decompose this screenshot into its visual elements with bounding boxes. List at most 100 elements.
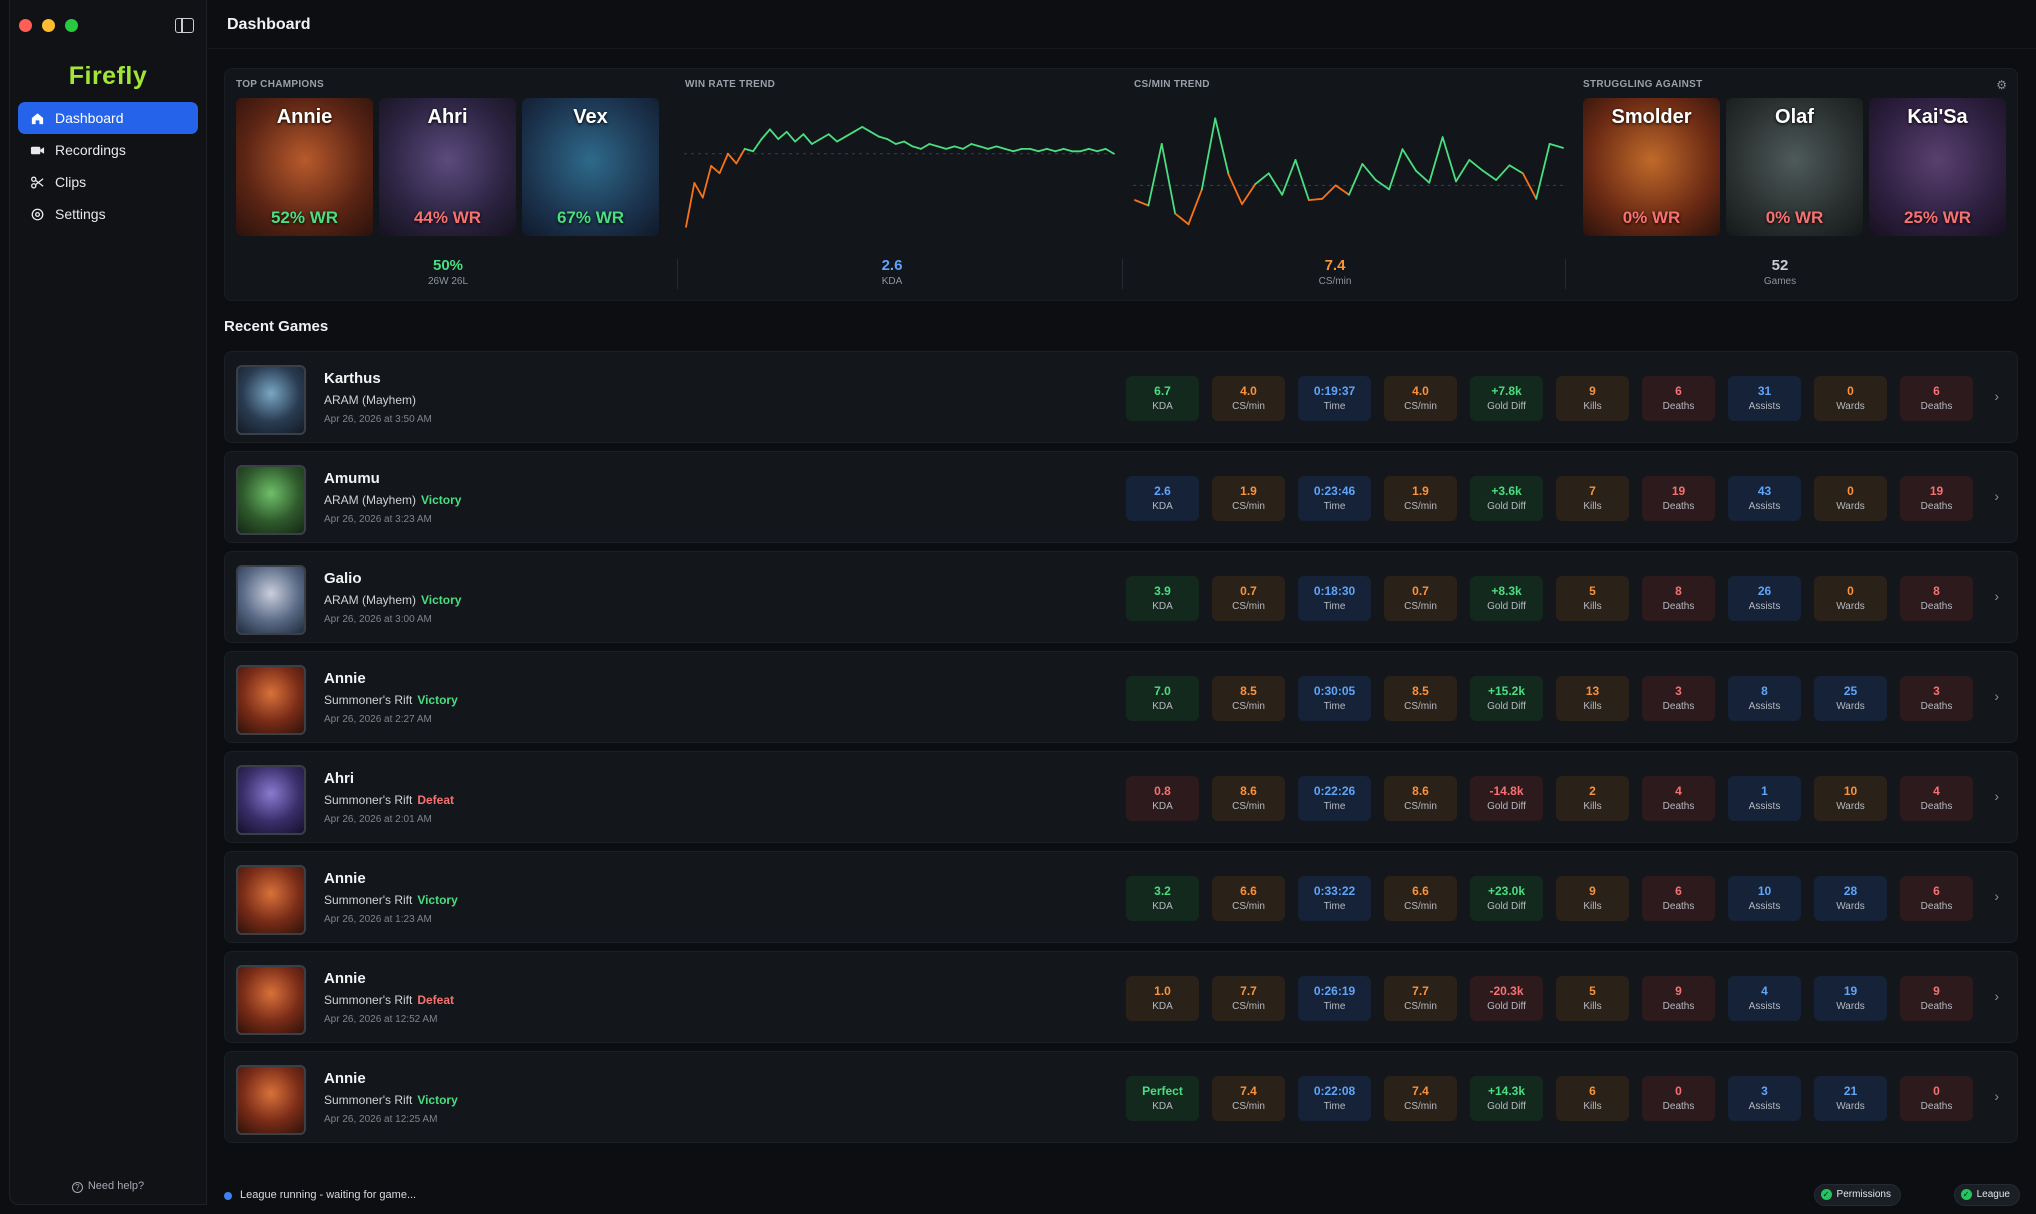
help-link[interactable]: ? Need help? <box>9 1180 207 1193</box>
minimize-window-button[interactable] <box>42 19 55 32</box>
win-rate-trend-segment <box>752 138 763 153</box>
stat-chip-time: 0:33:22 Time <box>1298 876 1371 921</box>
stat-chip-value: +8.3k <box>1491 584 1522 598</box>
game-mode-label: ARAM (Mayhem) <box>324 393 417 407</box>
game-row[interactable]: Galio ARAM (Mayhem) Victory Apr 26, 2026 at… <box>224 551 2018 643</box>
chevron-right-icon[interactable]: › <box>1994 1088 1999 1104</box>
win-rate-trend-segment <box>886 138 897 145</box>
struggling-champion-card[interactable]: Kai'Sa 25% WR <box>1869 98 2006 236</box>
chevron-right-icon[interactable]: › <box>1994 688 1999 704</box>
stat-chip-deaths: 8 Deaths <box>1900 576 1973 621</box>
cs-trend-segment <box>1227 173 1243 206</box>
games-stat: 52 Games <box>1680 257 1880 287</box>
game-mode-label: Summoner's Rift <box>324 693 413 707</box>
cs-trend-segment <box>1307 197 1324 202</box>
stat-chip-value: 19 <box>1843 984 1858 998</box>
top-champion-card[interactable]: Vex 67% WR <box>522 98 659 236</box>
sidebar-item-settings[interactable]: Settings <box>18 198 198 230</box>
stat-chip-value: 0:26:19 <box>1313 984 1356 998</box>
win-rate-trend-segment <box>836 135 847 143</box>
stat-chip-label: CS/min <box>1404 601 1437 612</box>
stat-chip-label: Deaths <box>1920 1101 1953 1112</box>
game-row[interactable]: Annie Summoner's Rift Victory Apr 26, 2026 … <box>224 1051 2018 1143</box>
gear-icon[interactable]: ⚙ <box>1996 78 2007 92</box>
top-champion-card[interactable]: Ahri 44% WR <box>379 98 516 236</box>
stat-chip-value: 0.8 <box>1154 784 1171 798</box>
chevron-right-icon[interactable]: › <box>1994 888 1999 904</box>
win-rate-trend-segment <box>844 130 855 138</box>
stat-chip-deaths: 19 Deaths <box>1642 476 1715 521</box>
chevron-right-icon[interactable]: › <box>1994 988 1999 1004</box>
stat-chip-label: Gold Diff <box>1487 1001 1526 1012</box>
stat-chip-value: 0 <box>1847 484 1854 498</box>
win-rate-trend-segment <box>785 130 796 143</box>
stat-chip-value: 5 <box>1589 984 1596 998</box>
stat-chip-time: 0:23:46 Time <box>1298 476 1371 521</box>
game-row[interactable]: Ahri Summoner's Rift Defeat Apr 26, 2026 at… <box>224 751 2018 843</box>
cs-trend-segment <box>1348 163 1364 196</box>
stat-chip-value: 0.7 <box>1412 584 1429 598</box>
status-dot <box>224 1192 232 1200</box>
stat-divider <box>1565 259 1566 289</box>
win-rate-trend-segment <box>701 165 713 199</box>
permissions-button[interactable]: Permissions <box>1813 1184 1901 1206</box>
game-mode-label: Summoner's Rift <box>324 793 413 807</box>
cs-trend-segment <box>1388 148 1404 191</box>
stat-chip-wards: 0 Wards <box>1814 476 1887 521</box>
stat-label: Games <box>1763 276 1797 287</box>
stat-chip-deaths: 0 Deaths <box>1642 1076 1715 1121</box>
stat-chip-label: Time <box>1323 501 1346 512</box>
stat-chip-label: CS/min <box>1232 1001 1265 1012</box>
chevron-right-icon[interactable]: › <box>1994 788 1999 804</box>
stat-chip-assists: 10 Assists <box>1728 876 1801 921</box>
gear-icon <box>31 208 44 220</box>
stat-chip-label: Deaths <box>1662 1101 1695 1112</box>
zoom-window-button[interactable] <box>65 19 78 32</box>
win-rate-trend-segment <box>970 143 981 148</box>
sidebar-item-clips[interactable]: Clips <box>18 166 198 198</box>
chevron-right-icon[interactable]: › <box>1994 488 1999 504</box>
stat-chip-label: Deaths <box>1920 1001 1953 1012</box>
stat-chip-gold-diff: +14.3k Gold Diff <box>1470 1076 1543 1121</box>
stat-chip-label: CS/min <box>1232 801 1265 812</box>
chevron-right-icon[interactable]: › <box>1994 588 1999 604</box>
win-rate-trend-segment <box>802 133 813 145</box>
struggling-champion-card[interactable]: Smolder 0% WR <box>1583 98 1720 236</box>
scissors-icon <box>31 175 44 189</box>
stat-chip-label: CS/min <box>1232 1101 1265 1112</box>
game-row[interactable]: Karthus ARAM (Mayhem) Apr 26, 2026 at 3:50… <box>224 351 2018 443</box>
stat-chip-assists: 43 Assists <box>1728 476 1801 521</box>
sidebar-item-recordings[interactable]: Recordings <box>18 134 198 166</box>
game-row[interactable]: Annie Summoner's Rift Defeat Apr 26, 2026 a… <box>224 951 2018 1043</box>
stat-chip-value: 4.0 <box>1240 384 1257 398</box>
champion-name: Olaf <box>1775 106 1814 128</box>
sidebar-item-dashboard[interactable]: Dashboard <box>18 102 198 134</box>
game-date: Apr 26, 2026 at 2:01 AM <box>324 814 432 825</box>
game-champion-name: Annie <box>324 1070 366 1087</box>
top-champion-card[interactable]: Annie 52% WR <box>236 98 373 236</box>
champion-winrate: 52% WR <box>270 208 339 227</box>
sidebar-toggle-icon[interactable] <box>175 18 194 33</box>
stat-chip-label: Kills <box>1583 501 1602 512</box>
game-row[interactable]: Annie Summoner's Rift Victory Apr 26, 2026 … <box>224 651 2018 743</box>
stat-chip-value: 8.6 <box>1412 784 1429 798</box>
stat-chip-value: 9 <box>1589 884 1596 898</box>
stat-chip-label: Kills <box>1583 1001 1602 1012</box>
stat-chip-deaths: 6 Deaths <box>1642 876 1715 921</box>
game-row[interactable]: Annie Summoner's Rift Victory Apr 26, 2026 … <box>224 851 2018 943</box>
league-button[interactable]: League <box>1953 1184 2020 1206</box>
stat-chip-time: 0:26:19 Time <box>1298 976 1371 1021</box>
win-rate-trend-segment <box>920 143 931 150</box>
stat-chip-value: 26 <box>1757 584 1772 598</box>
struggling-champion-card[interactable]: Olaf 0% WR <box>1726 98 1863 236</box>
stat-chip-deaths: 6 Deaths <box>1900 376 1973 421</box>
game-result: Defeat <box>417 993 454 1007</box>
stat-chip-value: 28 <box>1843 884 1858 898</box>
chevron-right-icon[interactable]: › <box>1994 388 1999 404</box>
close-window-button[interactable] <box>19 19 32 32</box>
stat-chip-label: CS/min <box>1232 601 1265 612</box>
stat-chip-deaths: 6 Deaths <box>1900 876 1973 921</box>
game-row[interactable]: Amumu ARAM (Mayhem) Victory Apr 26, 2026 at… <box>224 451 2018 543</box>
stat-chip-label: CS/min <box>1404 401 1437 412</box>
winrate-stat: 50% 26W 26L <box>348 257 548 287</box>
